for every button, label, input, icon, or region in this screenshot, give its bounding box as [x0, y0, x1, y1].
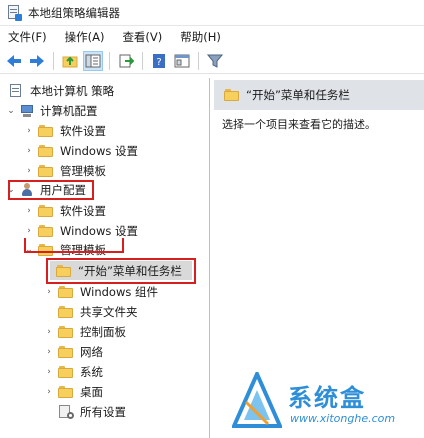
- title-bar: 本地组策略编辑器: [0, 0, 424, 26]
- watermark-name: 系统盒: [288, 384, 366, 412]
- folder-icon: [38, 165, 54, 177]
- up-folder-icon[interactable]: [60, 51, 80, 71]
- tree-label: 软件设置: [60, 204, 106, 218]
- toolbar-separator: [142, 51, 143, 70]
- folder-icon: [224, 89, 240, 101]
- toolbar-separator: [109, 51, 110, 70]
- chevron-right-icon[interactable]: ›: [44, 347, 54, 357]
- forward-arrow-icon[interactable]: [27, 51, 47, 71]
- window-title: 本地组策略编辑器: [28, 5, 120, 20]
- detail-title: “开始”菜单和任务栏: [246, 88, 350, 102]
- chevron-right-icon[interactable]: ›: [24, 166, 34, 176]
- watermark: 系统盒 www.xitonghe.com: [232, 372, 418, 432]
- folder-icon: [58, 326, 74, 338]
- tree-label: Windows 组件: [80, 285, 158, 299]
- toolbar: ?: [0, 48, 424, 74]
- tree-item-uc-software[interactable]: › 软件设置: [24, 202, 106, 220]
- tree-item-shared-folders[interactable]: 共享文件夹: [58, 303, 138, 321]
- tree-label: 软件设置: [60, 124, 106, 138]
- filter-icon[interactable]: [205, 51, 225, 71]
- tree-label: Windows 设置: [60, 224, 138, 238]
- tree-label: 系统: [80, 365, 103, 379]
- folder-icon: [38, 225, 54, 237]
- folder-icon: [58, 366, 74, 378]
- chevron-right-icon[interactable]: ›: [24, 206, 34, 216]
- tree-label: 网络: [80, 345, 103, 359]
- tree-item-network[interactable]: › 网络: [44, 343, 103, 361]
- toolbar-separator: [53, 51, 54, 70]
- menu-bar: 文件(F) 操作(A) 查看(V) 帮助(H): [0, 27, 424, 47]
- chevron-right-icon[interactable]: ›: [44, 327, 54, 337]
- tree-item-windows-components[interactable]: › Windows 组件: [44, 283, 158, 301]
- tree-item-computer-config[interactable]: ⌄ 计算机配置: [6, 102, 98, 120]
- watermark-url: www.xitonghe.com: [290, 412, 396, 425]
- chevron-right-icon[interactable]: ›: [24, 146, 34, 156]
- tree-item-all-settings[interactable]: 所有设置: [58, 403, 126, 421]
- detail-header: “开始”菜单和任务栏: [214, 80, 424, 110]
- tree-label: 共享文件夹: [80, 305, 138, 319]
- tree-item-control-panel[interactable]: › 控制面板: [44, 323, 126, 341]
- watermark-logo-icon: [232, 372, 282, 428]
- tree-item-cc-windows[interactable]: › Windows 设置: [24, 142, 138, 160]
- computer-icon: [20, 104, 34, 118]
- folder-icon: [58, 306, 74, 318]
- tree-item-root[interactable]: 本地计算机 策略: [8, 82, 114, 100]
- tree-label: Windows 设置: [60, 144, 138, 158]
- tree-label: 所有设置: [80, 405, 126, 419]
- folder-icon: [38, 205, 54, 217]
- folder-icon: [58, 286, 74, 298]
- chevron-right-icon[interactable]: ›: [44, 387, 54, 397]
- toolbar-separator: [198, 51, 199, 70]
- tree-item-system[interactable]: › 系统: [44, 363, 103, 381]
- chevron-right-icon[interactable]: ›: [44, 287, 54, 297]
- folder-icon: [38, 145, 54, 157]
- menu-file[interactable]: 文件(F): [8, 29, 47, 45]
- tree-item-cc-admin[interactable]: › 管理模板: [24, 162, 106, 180]
- menu-help[interactable]: 帮助(H): [180, 29, 221, 45]
- settings-icon: [58, 405, 74, 419]
- tree-label: 计算机配置: [40, 104, 98, 118]
- tree-label: 本地计算机 策略: [30, 84, 115, 98]
- tree-item-desktop[interactable]: › 桌面: [44, 383, 103, 401]
- folder-icon: [58, 346, 74, 358]
- show-tree-icon[interactable]: [83, 50, 103, 71]
- highlight-box: [46, 258, 196, 284]
- highlight-box: [8, 180, 94, 200]
- folder-icon: [58, 386, 74, 398]
- chevron-right-icon[interactable]: ›: [24, 226, 34, 236]
- tree-item-cc-software[interactable]: › 软件设置: [24, 122, 106, 140]
- menu-action[interactable]: 操作(A): [65, 29, 105, 45]
- chevron-down-icon[interactable]: ⌄: [6, 106, 16, 116]
- chevron-right-icon[interactable]: ›: [44, 367, 54, 377]
- chevron-right-icon[interactable]: ›: [24, 126, 34, 136]
- back-arrow-icon[interactable]: [4, 51, 24, 71]
- tree-label: 控制面板: [80, 325, 126, 339]
- highlight-box: [24, 238, 124, 253]
- detail-description: 选择一个项目来查看它的描述。: [222, 118, 376, 131]
- menu-view[interactable]: 查看(V): [122, 29, 162, 45]
- tree-label: 管理模板: [60, 164, 106, 178]
- policy-document-icon: [8, 84, 24, 98]
- tree-label: 桌面: [80, 385, 103, 399]
- group-policy-app-icon: [6, 4, 22, 21]
- folder-icon: [38, 125, 54, 137]
- export-list-icon[interactable]: [116, 51, 136, 71]
- help-icon[interactable]: ?: [149, 51, 169, 71]
- svg-text:?: ?: [156, 57, 161, 68]
- properties-icon[interactable]: [172, 51, 192, 71]
